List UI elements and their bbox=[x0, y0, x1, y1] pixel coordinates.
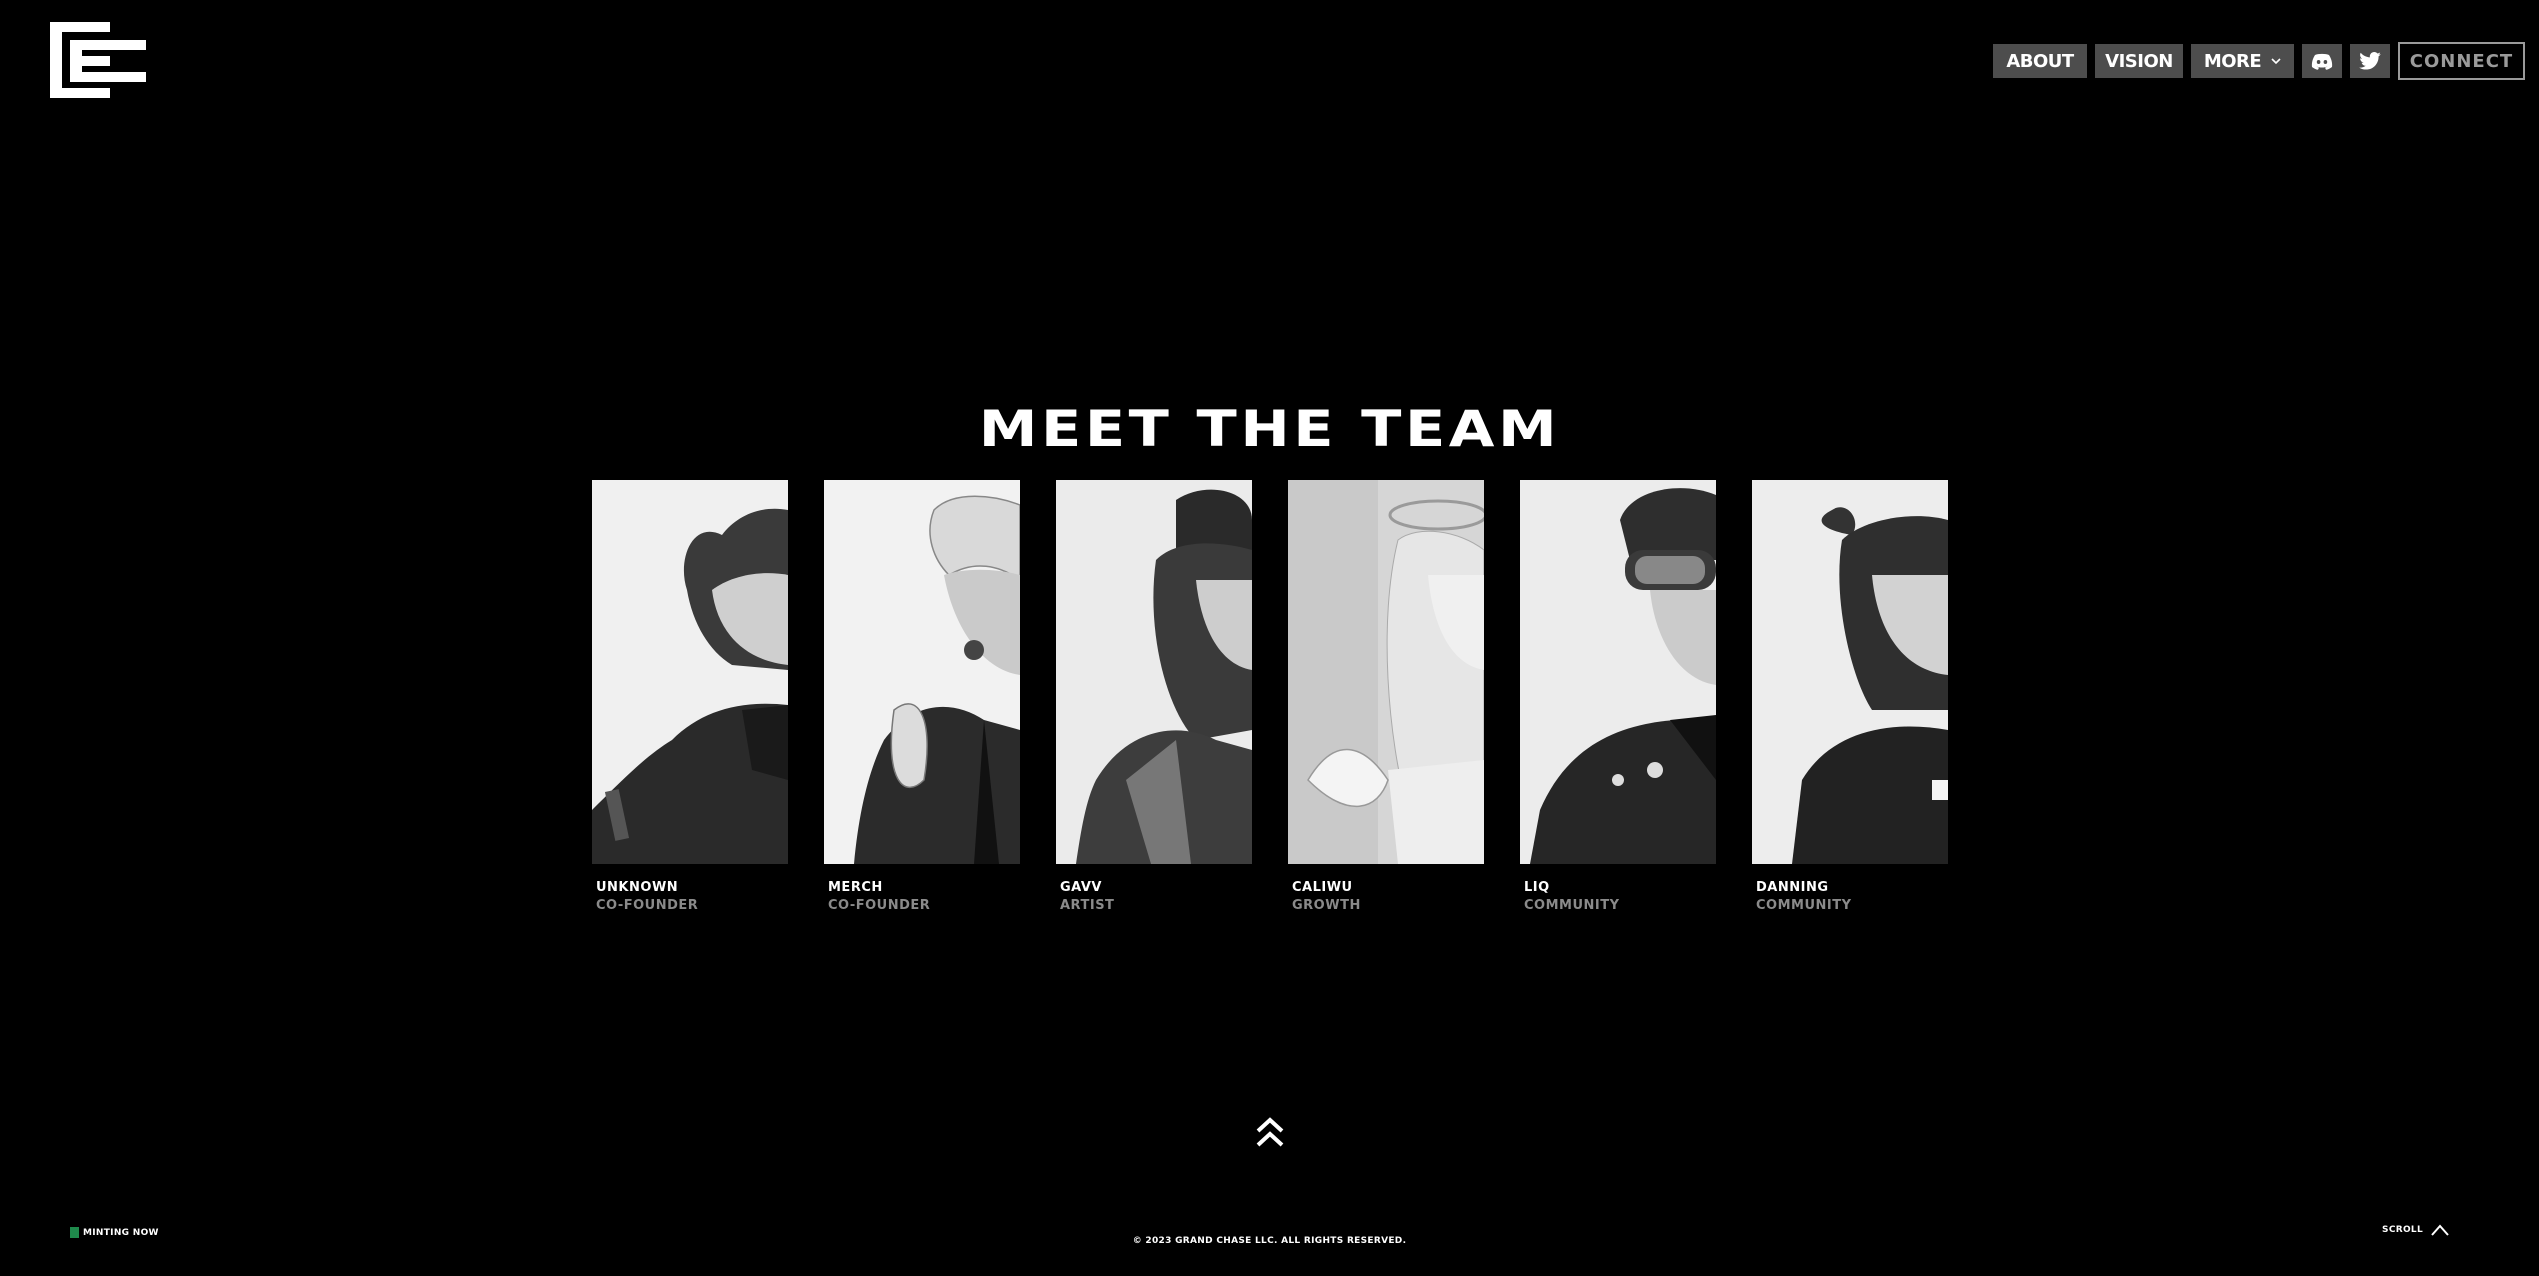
twitter-icon bbox=[2359, 52, 2381, 70]
member-name: GAVV bbox=[1060, 880, 1102, 895]
member-name: MERCH bbox=[828, 880, 883, 895]
member-portrait bbox=[1056, 480, 1252, 864]
member-portrait bbox=[824, 480, 1020, 864]
team-member-card[interactable]: GAVV ARTIST bbox=[1056, 480, 1252, 913]
member-role: GROWTH bbox=[1292, 898, 1361, 913]
nav-vision-label: VISION bbox=[2105, 50, 2173, 72]
logo[interactable] bbox=[50, 22, 146, 98]
page-title: MEET THE TEAM bbox=[978, 400, 1561, 458]
member-role: CO-FOUNDER bbox=[828, 898, 931, 913]
scroll-button[interactable]: SCROLL bbox=[2382, 1224, 2449, 1236]
nav-more-dropdown[interactable]: MORE bbox=[2191, 44, 2294, 78]
discord-button[interactable] bbox=[2302, 44, 2342, 78]
member-name: DANNING bbox=[1756, 880, 1829, 895]
twitter-button[interactable] bbox=[2350, 44, 2390, 78]
member-portrait bbox=[1752, 480, 1948, 864]
team-member-card[interactable]: MERCH CO-FOUNDER bbox=[824, 480, 1020, 913]
scroll-to-top-icon[interactable] bbox=[1255, 1115, 1285, 1149]
member-name: LIQ bbox=[1524, 880, 1550, 895]
nav-vision-button[interactable]: VISION bbox=[2095, 44, 2183, 78]
connect-label: CONNECT bbox=[2409, 50, 2514, 72]
team-member-card[interactable]: UNKNOWN CO-FOUNDER bbox=[592, 480, 788, 913]
page: ABOUT VISION MORE CONNECT MEET THE TEAM … bbox=[0, 0, 2539, 1276]
team-member-card[interactable]: LIQ COMMUNITY bbox=[1520, 480, 1716, 913]
member-portrait bbox=[1520, 480, 1716, 864]
member-name: CALIWU bbox=[1292, 880, 1353, 895]
nav-about-button[interactable]: ABOUT bbox=[1993, 44, 2087, 78]
member-role: CO-FOUNDER bbox=[596, 898, 699, 913]
member-role: COMMUNITY bbox=[1524, 898, 1620, 913]
nav-about-label: ABOUT bbox=[2006, 50, 2074, 72]
member-portrait bbox=[592, 480, 788, 864]
member-name: UNKNOWN bbox=[596, 880, 679, 895]
member-role: COMMUNITY bbox=[1756, 898, 1852, 913]
discord-icon bbox=[2311, 53, 2333, 70]
chevron-down-icon bbox=[2271, 58, 2281, 65]
connect-button[interactable]: CONNECT bbox=[2398, 42, 2525, 80]
nav-more-label: MORE bbox=[2203, 50, 2262, 72]
member-role: ARTIST bbox=[1060, 898, 1115, 913]
top-nav: ABOUT VISION MORE CONNECT bbox=[1993, 42, 2525, 80]
chevron-up-icon bbox=[2431, 1224, 2449, 1236]
team-grid: UNKNOWN CO-FOUNDER MERCH CO-FOUNDER GAVV… bbox=[592, 480, 1948, 913]
member-portrait bbox=[1288, 480, 1484, 864]
team-member-card[interactable]: DANNING COMMUNITY bbox=[1752, 480, 1948, 913]
scroll-label: SCROLL bbox=[2382, 1225, 2423, 1235]
copyright-text: © 2023 GRAND CHASE LLC. ALL RIGHTS RESER… bbox=[1132, 1236, 1407, 1246]
team-member-card[interactable]: CALIWU GROWTH bbox=[1288, 480, 1484, 913]
copyright: © 2023 GRAND CHASE LLC. ALL RIGHTS RESER… bbox=[0, 1228, 2539, 1247]
